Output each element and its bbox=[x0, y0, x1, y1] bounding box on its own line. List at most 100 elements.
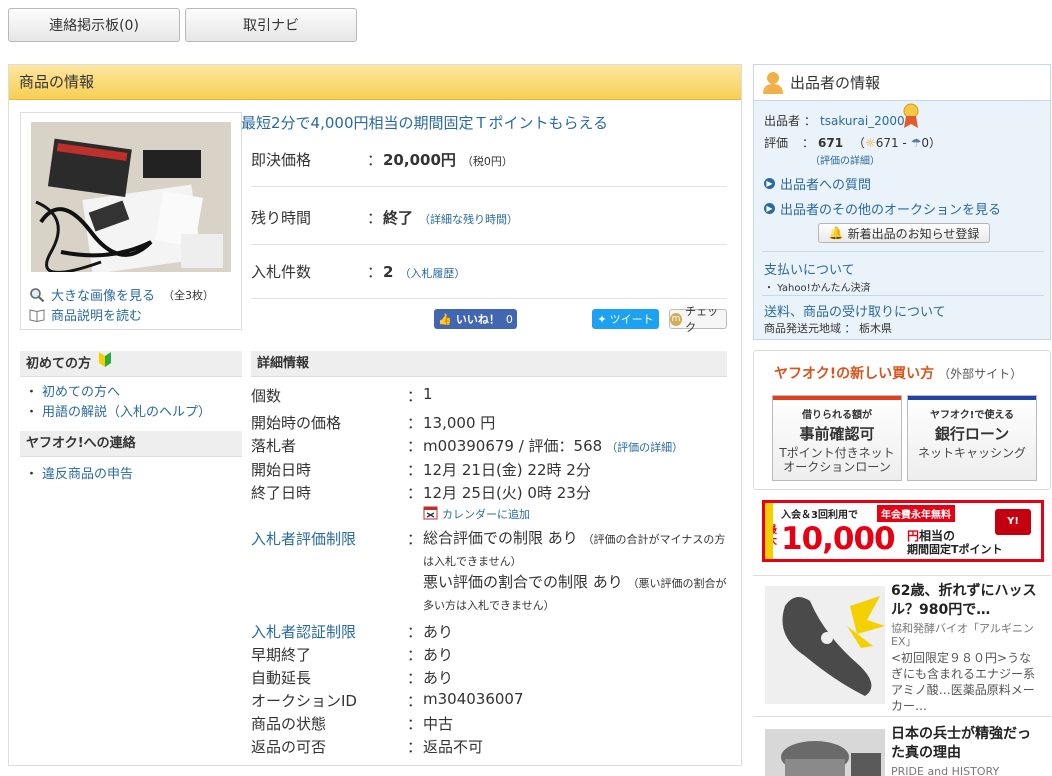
news-item[interactable]: 62歳、折れずにハッスル？980円で… 協和発酵バイオ「アルギニンEX」 <初回… bbox=[753, 575, 1051, 715]
bid-count-value: 2 （入札履歴） bbox=[383, 245, 465, 301]
first-time-guide-label[interactable]: 初めての方へ bbox=[42, 385, 120, 400]
detail-value: m304036007 bbox=[423, 690, 524, 708]
seller-info-title: 出品者の情報 bbox=[790, 74, 881, 92]
buy-now-price-row: 即決価格 ： 20,000円 （税0円） bbox=[251, 133, 727, 187]
separator: ： bbox=[802, 136, 815, 150]
trade-navi-button[interactable]: 取引ナビ bbox=[185, 8, 357, 42]
detail-value: 総合評価での制限 あり （評価の合計がマイナスの方は入札できません） 悪い評価の… bbox=[423, 528, 729, 616]
add-to-calendar-link[interactable]: カレンダーに追加 bbox=[423, 505, 729, 523]
payment-info-link[interactable]: 支払いについて bbox=[764, 259, 855, 278]
message-board-button[interactable]: 連絡掲示板(0) bbox=[8, 8, 180, 42]
detail-value: あり bbox=[423, 669, 454, 687]
detail-label: 商品の状態 bbox=[251, 715, 327, 733]
banner-brand: Y! bbox=[1007, 516, 1019, 527]
rain-icon: ☂ bbox=[910, 136, 922, 150]
news-description: <初回限定９８０円>うなぎにも含まれるエナジー系アミノ酸…医薬品原料メーカー… bbox=[891, 651, 1036, 713]
separator: ： bbox=[407, 414, 423, 432]
bid-count-row: 入札件数 ： 2 （入札履歴） bbox=[251, 245, 727, 299]
detail-value: 13,000 円 bbox=[423, 414, 496, 432]
remaining-time-value: 終了 （詳細な残り時間） bbox=[383, 191, 518, 247]
new-purchase-methods-panel: ヤフオク!の新しい買い方 （外部サイト） 借りられる額が 事前確認可 Tポイント付… bbox=[753, 350, 1051, 490]
winner-rating-detail-link[interactable]: （評価の詳細） bbox=[606, 441, 683, 454]
separator: ： bbox=[367, 209, 383, 227]
news-thumbnail[interactable] bbox=[765, 586, 885, 704]
view-large-image-link[interactable]: 大きな画像を見る （全3枚） bbox=[29, 285, 214, 304]
read-description-link[interactable]: 商品説明を読む bbox=[29, 305, 142, 324]
shipping-info-link[interactable]: 送料、商品の受け取りについて bbox=[764, 301, 946, 320]
photo-box: 大きな画像を見る （全3枚） 商品説明を読む bbox=[20, 112, 242, 330]
tweet-button[interactable]: ✦ ツイート bbox=[592, 309, 659, 329]
banner-suffix-b: 期間固定Tポイント bbox=[907, 543, 1003, 556]
report-violation-label[interactable]: 違反商品の申告 bbox=[42, 467, 133, 482]
seller-name-link[interactable]: tsakurai_2000 bbox=[820, 114, 905, 128]
detail-label: 開始日時 bbox=[251, 461, 312, 479]
report-violation-link[interactable]: ・違反商品の申告 bbox=[25, 463, 133, 482]
news-item[interactable]: 日本の兵士が精強だった真の理由 PRIDE and HISTORY bbox=[753, 716, 1051, 776]
new-purchase-title: ヤフオク!の新しい買い方 （外部サイト） bbox=[774, 363, 1022, 383]
ask-seller-link[interactable]: ▶ 出品者への質問 bbox=[764, 174, 871, 193]
glossary-link[interactable]: ・用語の解説（入札のヘルプ） bbox=[25, 401, 211, 420]
detail-value: m00390679 / 評価：568 （評価の詳細） bbox=[423, 435, 729, 456]
add-to-calendar-label[interactable]: カレンダーに追加 bbox=[442, 506, 530, 522]
separator: ： bbox=[407, 738, 423, 756]
bank-loan-card[interactable]: ヤフオク!で使える 銀行ローン ネットキャッシング bbox=[907, 395, 1037, 481]
item-photo[interactable] bbox=[31, 122, 231, 272]
news-thumbnail[interactable] bbox=[765, 729, 885, 776]
first-time-title: 初めての方 bbox=[26, 356, 92, 372]
card-accent-bar bbox=[773, 396, 901, 400]
calendar-icon bbox=[423, 505, 438, 523]
detail-value: 12月 21日(金) 22時 2分 bbox=[423, 461, 591, 479]
seller-rating-detail-link[interactable]: （評価の詳細） bbox=[810, 152, 880, 167]
banner-line1: 入会＆3回利用で bbox=[781, 510, 858, 521]
bidder-rating-limit-link[interactable]: 入札者評価制限 bbox=[251, 528, 356, 549]
total-rating-limit: 総合評価での制限 あり bbox=[423, 529, 578, 547]
tweet-label: ツイート bbox=[609, 313, 654, 326]
separator: - bbox=[898, 136, 911, 150]
seller-info-heading: 出品者の情報 bbox=[754, 65, 1050, 101]
detail-value: 1 bbox=[423, 385, 433, 403]
separator: ： bbox=[407, 623, 423, 641]
pre-check-loan-card[interactable]: 借りられる額が 事前確認可 Tポイント付きネット オークションローン bbox=[772, 395, 902, 481]
detail-label: 自動延長 bbox=[251, 669, 312, 687]
buy-now-label: 即決価格 bbox=[251, 151, 312, 169]
card2-line3: ネットキャッシング bbox=[917, 446, 1026, 460]
price-amount: 20,000円 bbox=[383, 151, 456, 169]
check-button[interactable]: m チェック bbox=[669, 305, 727, 334]
bad-rating-limit: 悪い評価の割合での制限 あり bbox=[423, 573, 623, 591]
card1-line1: 借りられる額が bbox=[802, 410, 872, 421]
bid-count: 2 bbox=[383, 263, 394, 281]
first-time-guide-link[interactable]: ・初めての方へ bbox=[25, 381, 120, 400]
view-large-image-label[interactable]: 大きな画像を見る bbox=[51, 285, 155, 304]
banner-amount: 10,000 bbox=[781, 521, 896, 557]
new-purchase-title-text: ヤフオク!の新しい買い方 bbox=[774, 366, 935, 382]
t-point-promo-link[interactable]: 最短2分で4,000円相当の期間固定Ｔポイントもらえる bbox=[241, 112, 608, 133]
ask-seller-label: 出品者への質問 bbox=[780, 178, 872, 193]
card-accent-bar bbox=[908, 396, 1036, 400]
details-heading: 詳細情報 bbox=[251, 351, 727, 377]
separator: ： bbox=[407, 646, 423, 664]
seller-name-row: 出品者： tsakurai_2000 bbox=[764, 112, 905, 129]
arrow-right-icon: ▶ bbox=[764, 178, 775, 189]
like-button[interactable]: 👍 いいね！ 0 bbox=[434, 309, 517, 329]
card2-line2: 銀行ローン bbox=[934, 425, 1010, 443]
detail-value: あり bbox=[423, 623, 454, 641]
ribbon-decoration bbox=[765, 503, 773, 559]
seller-other-auctions-link[interactable]: ▶ 出品者のその他のオークションを見る bbox=[764, 199, 1001, 218]
book-icon bbox=[29, 307, 45, 323]
bidder-auth-limit-link[interactable]: 入札者認証制限 bbox=[251, 621, 356, 642]
magnifier-icon bbox=[29, 287, 45, 303]
news-title[interactable]: 62歳、折れずにハッスル？980円で… bbox=[891, 582, 1041, 620]
new-listing-notify-button[interactable]: 🔔 新着出品のお知らせ登録 bbox=[818, 223, 990, 243]
read-description-label[interactable]: 商品説明を読む bbox=[51, 305, 142, 324]
bid-history-link[interactable]: （入札履歴） bbox=[399, 267, 465, 280]
seller-rating-total: 671 bbox=[818, 136, 844, 150]
remaining-time-label: 残り時間 bbox=[251, 209, 312, 227]
remaining-detail-link[interactable]: （詳細な残り時間） bbox=[419, 213, 518, 226]
separator: ： bbox=[407, 484, 423, 502]
glossary-label[interactable]: 用語の解説（入札のヘルプ） bbox=[42, 405, 211, 420]
first-time-heading: 初めての方 bbox=[20, 351, 242, 377]
detail-label: 返品の可否 bbox=[251, 738, 327, 756]
t-point-card-banner[interactable]: 入会＆3回利用で 年会費永年無料 最大 10,000 円相当の 期間固定Tポイン… bbox=[762, 500, 1044, 562]
seller-info-panel: 出品者の情報 出品者： tsakurai_2000 評価： 671 （☼671 - … bbox=[753, 64, 1051, 340]
news-title[interactable]: 日本の兵士が精強だった真の理由 bbox=[891, 725, 1041, 763]
